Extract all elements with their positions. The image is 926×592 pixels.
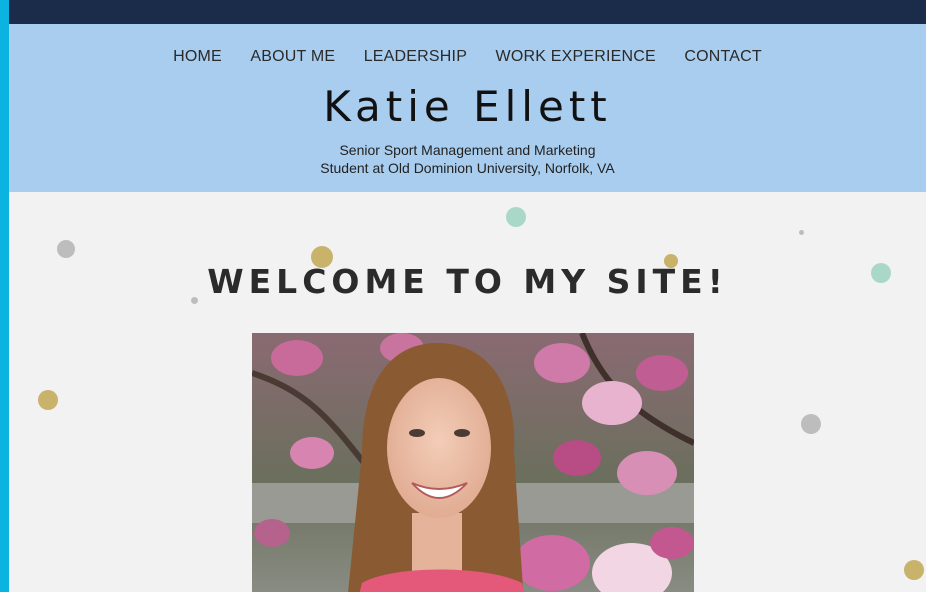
subtitle-line-1: Senior Sport Management and Marketing: [339, 142, 596, 158]
website-frame: HOME ABOUT ME LEADERSHIP WORK EXPERIENCE…: [9, 0, 926, 592]
welcome-heading: WELCOME TO MY SITE!: [207, 262, 728, 301]
nav-contact[interactable]: CONTACT: [684, 48, 762, 66]
confetti-dot: [506, 207, 526, 227]
subtitle-line-2: Student at Old Dominion University, Norf…: [320, 160, 615, 176]
nav-about-me[interactable]: ABOUT ME: [250, 48, 335, 66]
nav-work-experience[interactable]: WORK EXPERIENCE: [496, 48, 656, 66]
site-title: Katie Ellett: [323, 82, 612, 131]
site-subtitle: Senior Sport Management and Marketing St…: [9, 141, 926, 177]
confetti-dot: [57, 240, 75, 258]
profile-photo: [252, 333, 694, 592]
top-bar: [9, 0, 926, 24]
confetti-dot: [799, 230, 804, 235]
confetti-dot: [904, 560, 924, 580]
main-content: WELCOME TO MY SITE!: [9, 192, 926, 592]
nav-home[interactable]: HOME: [173, 48, 222, 66]
confetti-dot: [801, 414, 821, 434]
main-nav: HOME ABOUT ME LEADERSHIP WORK EXPERIENCE…: [9, 48, 926, 66]
confetti-dot: [38, 390, 58, 410]
site-header: HOME ABOUT ME LEADERSHIP WORK EXPERIENCE…: [9, 24, 926, 192]
nav-leadership[interactable]: LEADERSHIP: [364, 48, 467, 66]
